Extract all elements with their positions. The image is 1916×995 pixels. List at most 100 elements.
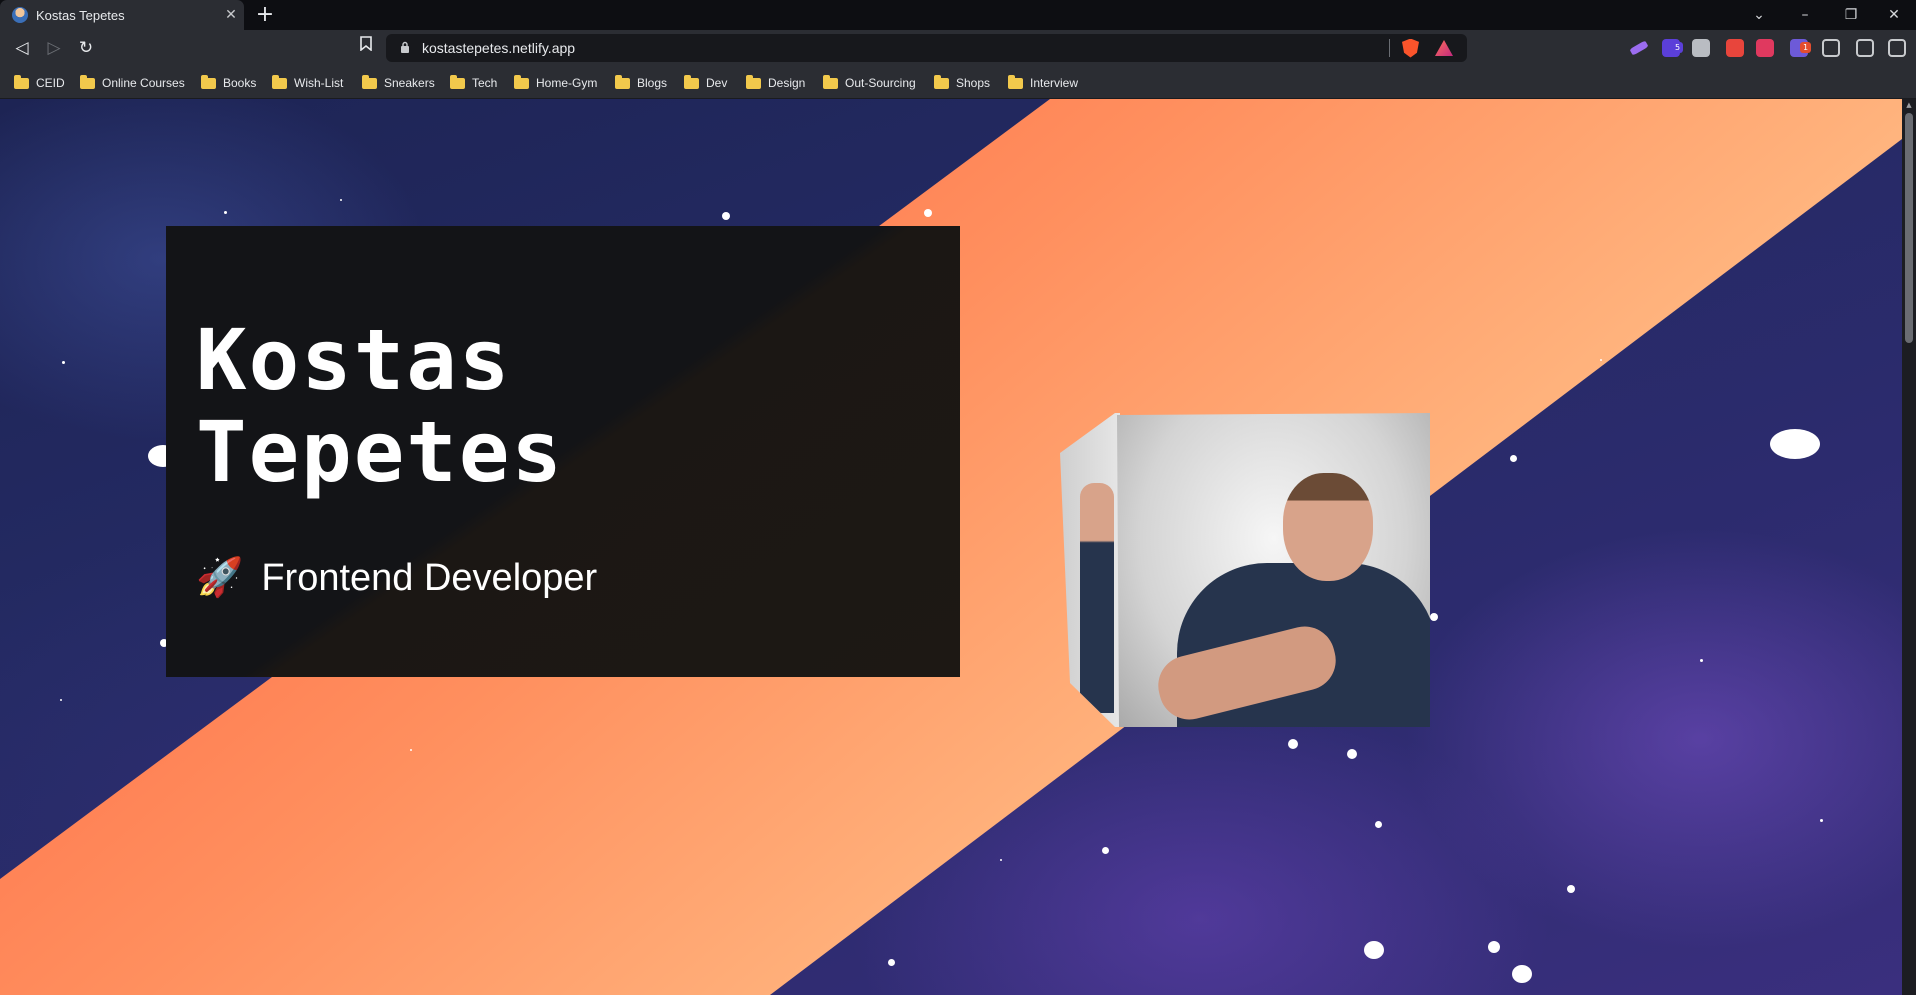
star-dot [60, 699, 62, 701]
url-text[interactable]: kostastepetes.netlify.app [422, 40, 1389, 56]
hero-role-text: Frontend Developer [261, 556, 598, 599]
bookmark-out-sourcing[interactable]: Out-Sourcing [823, 74, 916, 92]
folder-icon [684, 74, 699, 89]
bookmark-label: Out-Sourcing [845, 76, 916, 90]
chrome-color-extension-icon[interactable] [1726, 39, 1744, 57]
close-window-button[interactable]: ✕ [1872, 0, 1916, 30]
star-dot [1347, 749, 1357, 759]
star-dot [1820, 819, 1823, 822]
browser-toolbar: ◁ ▷ ↻ kostastepetes.netlify.app 5 1 [0, 30, 1916, 66]
star-dot [340, 199, 342, 201]
tab-kostas-tepetes[interactable]: Kostas Tepetes ✕ [0, 0, 244, 30]
bookmark-label: Sneakers [384, 76, 435, 90]
hero-name-last: Tepetes [196, 403, 565, 501]
rocket-icon: 🚀 [196, 557, 244, 599]
tab-search-button[interactable]: ⌄ [1737, 0, 1781, 30]
brave-shield-icon[interactable] [1402, 38, 1419, 58]
site-favicon-icon [12, 7, 28, 23]
side-photo-figure [1080, 483, 1114, 713]
bookmark-label: Wish-List [294, 76, 344, 90]
bookmark-blogs[interactable]: Blogs [615, 74, 667, 92]
star-dot [1770, 429, 1820, 459]
bookmark-star-button[interactable] [352, 34, 380, 62]
tab-title: Kostas Tepetes [36, 7, 125, 23]
scroll-thumb[interactable] [1905, 113, 1913, 343]
minimize-button[interactable]: – [1783, 0, 1827, 30]
bookmark-shops[interactable]: Shops [934, 74, 990, 92]
star-dot [1700, 659, 1703, 662]
forward-button[interactable]: ▷ [40, 34, 68, 62]
camera-extension-icon[interactable] [1692, 39, 1710, 57]
star-dot [1288, 739, 1298, 749]
tab-strip: Kostas Tepetes ✕ + ⌄ – ❐ ✕ [0, 0, 1916, 30]
star-dot [62, 361, 65, 364]
star-dot [1375, 821, 1382, 828]
folder-icon [272, 74, 287, 89]
bookmark-sneakers[interactable]: Sneakers [362, 74, 435, 92]
tab-close-icon[interactable]: ✕ [218, 7, 244, 23]
cube-side-face [1060, 413, 1120, 727]
bookmark-label: Tech [472, 76, 498, 90]
star-dot [888, 959, 895, 966]
brave-rewards-icon[interactable] [1435, 40, 1453, 56]
restore-button[interactable]: ❐ [1829, 0, 1873, 30]
profile-photo-cube[interactable] [1060, 413, 1430, 727]
bookmark-ceid[interactable]: CEID [14, 74, 65, 92]
pen-extension-icon[interactable] [1629, 40, 1649, 56]
bookmark-online-courses[interactable]: Online Courses [80, 74, 185, 92]
address-bar[interactable]: kostastepetes.netlify.app [386, 34, 1467, 62]
bookmark-label: Home-Gym [536, 76, 598, 90]
bookmark-label: Online Courses [102, 76, 185, 90]
pin-extension-icon[interactable] [1756, 39, 1774, 57]
star-dot [1102, 847, 1109, 854]
bookmark-dev[interactable]: Dev [684, 74, 727, 92]
bookmark-tech[interactable]: Tech [450, 74, 497, 92]
star-dot [1364, 941, 1384, 959]
puzzle-extensions-icon[interactable] [1822, 39, 1840, 57]
scroll-up-arrow-icon[interactable]: ▲ [1902, 99, 1916, 111]
star-dot [1430, 613, 1438, 621]
bookmark-home-gym[interactable]: Home-Gym [514, 74, 597, 92]
bookmark-label: Dev [706, 76, 728, 90]
reload-button[interactable]: ↻ [72, 34, 100, 62]
bookmark-books[interactable]: Books [201, 74, 256, 92]
star-dot [1488, 941, 1500, 953]
folder-icon [201, 74, 216, 89]
bookmark-label: Design [768, 76, 806, 90]
back-button[interactable]: ◁ [8, 34, 36, 62]
lock-icon [398, 41, 412, 56]
bookmark-label: Interview [1030, 76, 1079, 90]
hero-name-first: Kostas [196, 311, 512, 409]
bookmark-label: Shops [956, 76, 991, 90]
hero-name: Kostas Tepetes [196, 314, 796, 498]
star-dot [722, 212, 730, 220]
star-dot [1600, 359, 1602, 361]
hero-role: 🚀 Frontend Developer [196, 556, 597, 600]
hero-card: Kostas Tepetes 🚀 Frontend Developer [166, 226, 960, 677]
folder-icon [514, 74, 529, 89]
folder-icon [362, 74, 377, 89]
bookmark-label: Blogs [637, 76, 668, 90]
bookmark-wish-list[interactable]: Wish-List [272, 74, 343, 92]
photo-head [1283, 473, 1373, 581]
bookmark-label: CEID [36, 76, 65, 90]
star-dot [1512, 965, 1532, 983]
star-dot [224, 211, 227, 214]
star-dot [410, 749, 412, 751]
star-dot [924, 209, 932, 217]
page-scrollbar[interactable]: ▲ [1902, 99, 1916, 995]
new-tab-button[interactable]: + [252, 2, 278, 28]
star-dot [1567, 885, 1575, 893]
page-viewport: Kostas Tepetes 🚀 Frontend Developer [0, 99, 1902, 995]
bookmark-icon [360, 36, 372, 52]
folder-icon [14, 74, 29, 89]
menu-icon[interactable] [1888, 39, 1906, 57]
folder-icon [450, 74, 465, 89]
folder-icon [934, 74, 949, 89]
bookmark-design[interactable]: Design [746, 74, 805, 92]
crypto-extension-badge: 5 [1672, 42, 1683, 53]
wallet-icon[interactable] [1856, 39, 1874, 57]
bookmark-interview[interactable]: Interview [1008, 74, 1078, 92]
gear-extension-badge: 1 [1800, 42, 1811, 53]
folder-icon [823, 74, 838, 89]
